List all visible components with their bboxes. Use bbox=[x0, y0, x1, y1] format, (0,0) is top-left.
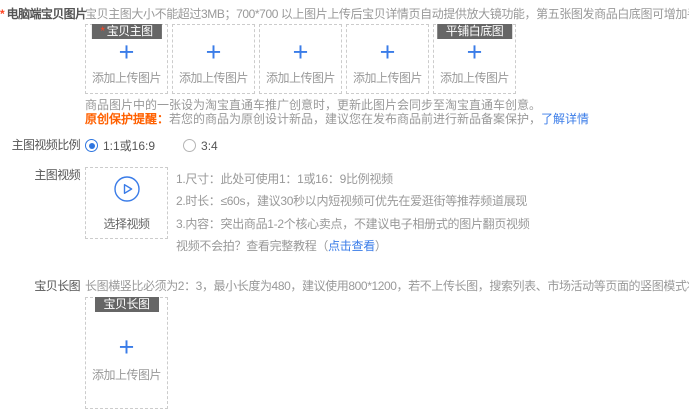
add-upload-image-label: 添加上传图片 bbox=[440, 69, 509, 86]
add-upload-image-label: 添加上传图片 bbox=[179, 69, 248, 86]
field-label-main-images: *电脑端宝贝图片 bbox=[0, 6, 80, 22]
upload-box-header-text: 宝贝长图 bbox=[103, 297, 149, 311]
radio-option-1-1-or-16-9[interactable]: 1:1或16:9 bbox=[85, 137, 155, 154]
long-image-upload-row: 宝贝长图 + 添加上传图片 bbox=[85, 297, 689, 409]
long-image-description: 长图横竖比必须为2：3，最小长度为480，建议使用800*1200，若不上传长图… bbox=[85, 278, 689, 294]
main-images-description-text: 宝贝主图大小不能超过3MB；700*700 以上图片上传后宝贝详情页自动提供放大… bbox=[85, 7, 689, 21]
row-long-image: 宝贝长图 长图横竖比必须为2：3，最小长度为480，建议使用800*1200，若… bbox=[0, 278, 689, 294]
upload-box-header-text: 平铺白底图 bbox=[446, 24, 504, 38]
main-images-description: 宝贝主图大小不能超过3MB；700*700 以上图片上传后宝贝详情页自动提供放大… bbox=[85, 6, 689, 22]
row-main-video: 主图视频 选择视频 1.尺寸：此处可使用1：1或16：9比例视频 2.时长：≤6… bbox=[0, 167, 689, 257]
video-tutorial-text: 视频不会拍？查看完整教程 bbox=[176, 239, 316, 253]
select-video-button[interactable]: 选择视频 bbox=[85, 167, 168, 239]
upload-box-header-main: *宝贝主图 bbox=[91, 24, 161, 39]
upload-box-main-image-2[interactable]: + 添加上传图片 bbox=[172, 24, 255, 94]
add-upload-image-label: 添加上传图片 bbox=[92, 366, 161, 383]
add-upload-image-label: 添加上传图片 bbox=[353, 69, 422, 86]
upload-boxes-row: *宝贝主图 + 添加上传图片 + 添加上传图片 + 添加上传图片 + 添加上传图… bbox=[85, 24, 689, 94]
plus-icon: + bbox=[206, 39, 222, 65]
radio-selected-icon bbox=[85, 139, 98, 152]
video-rule-size: 1.尺寸：此处可使用1：1或16：9比例视频 bbox=[176, 168, 529, 190]
radio-option-label: 1:1或16:9 bbox=[103, 137, 155, 154]
image-tips: 商品图片中的一张设为淘宝直通车推广创意时，更新此图片会同步至淘宝直通车创意。 原… bbox=[85, 99, 689, 126]
upload-box-main-image-1[interactable]: *宝贝主图 + 添加上传图片 bbox=[85, 24, 168, 94]
click-to-view-link[interactable]: 点击查看 bbox=[328, 239, 375, 253]
upload-box-long-image[interactable]: 宝贝长图 + 添加上传图片 bbox=[85, 297, 168, 409]
plus-icon: + bbox=[293, 39, 309, 65]
paren-open: （ bbox=[316, 239, 328, 253]
add-upload-image-label: 添加上传图片 bbox=[92, 69, 161, 86]
field-label-main-video: 主图视频 bbox=[0, 167, 80, 183]
field-label-video-ratio: 主图视频比例 bbox=[0, 137, 80, 153]
field-label-main-images-text: 电脑端宝贝图片 bbox=[7, 7, 87, 21]
learn-more-link[interactable]: 了解详情 bbox=[541, 112, 589, 126]
original-protection-text: 若您的商品为原创设计新品，建议您在发布商品前进行新品备案保护， bbox=[169, 112, 541, 126]
long-image-description-text: 长图横竖比必须为2：3，最小长度为480，建议使用800*1200，若不上传长图… bbox=[85, 279, 689, 293]
radio-option-label: 3:4 bbox=[201, 139, 218, 153]
upload-box-header-long-image: 宝贝长图 bbox=[94, 297, 158, 312]
plus-icon: + bbox=[119, 334, 135, 360]
video-rule-duration: 2.时长：≤60s，建议30秒以内短视频可优先在爱逛街等推荐频道展现 bbox=[176, 190, 529, 212]
upload-box-main-image-4[interactable]: + 添加上传图片 bbox=[346, 24, 429, 94]
select-video-label: 选择视频 bbox=[103, 215, 149, 232]
row-main-images: *电脑端宝贝图片 宝贝主图大小不能超过3MB；700*700 以上图片上传后宝贝… bbox=[0, 6, 689, 22]
video-ratio-radio-group: 1:1或16:9 3:4 bbox=[85, 137, 246, 154]
plus-icon: + bbox=[467, 39, 483, 65]
required-asterisk: * bbox=[100, 24, 104, 38]
upload-box-header-text: 宝贝主图 bbox=[107, 24, 153, 38]
zhitongche-sync-tip: 商品图片中的一张设为淘宝直通车推广创意时，更新此图片会同步至淘宝直通车创意。 bbox=[85, 99, 689, 113]
original-protection-prefix: 原创保护提醒： bbox=[85, 112, 169, 126]
field-label-long-image: 宝贝长图 bbox=[0, 278, 80, 294]
plus-icon: + bbox=[119, 39, 135, 65]
publish-item-images-section: *电脑端宝贝图片 宝贝主图大小不能超过3MB；700*700 以上图片上传后宝贝… bbox=[0, 0, 689, 409]
upload-box-white-background[interactable]: 平铺白底图 + 添加上传图片 bbox=[433, 24, 516, 94]
add-upload-image-label: 添加上传图片 bbox=[266, 69, 335, 86]
radio-option-3-4[interactable]: 3:4 bbox=[183, 139, 218, 153]
video-tutorial-line: 视频不会拍？查看完整教程（点击查看） bbox=[176, 235, 529, 257]
original-protection-tip: 原创保护提醒：若您的商品为原创设计新品，建议您在发布商品前进行新品备案保护，了解… bbox=[85, 113, 689, 127]
paren-close: ） bbox=[375, 239, 387, 253]
row-video-ratio: 主图视频比例 1:1或16:9 3:4 bbox=[0, 137, 689, 154]
video-rule-content: 3.内容：突出商品1-2个核心卖点，不建议电子相册式的图片翻页视频 bbox=[176, 213, 529, 235]
play-circle-icon bbox=[113, 175, 141, 206]
plus-icon: + bbox=[380, 39, 396, 65]
upload-box-header-white-bg: 平铺白底图 bbox=[437, 24, 513, 39]
required-asterisk: * bbox=[0, 7, 5, 21]
video-instructions: 1.尺寸：此处可使用1：1或16：9比例视频 2.时长：≤60s，建议30秒以内… bbox=[176, 167, 529, 257]
radio-unselected-icon bbox=[183, 139, 196, 152]
upload-box-main-image-3[interactable]: + 添加上传图片 bbox=[259, 24, 342, 94]
